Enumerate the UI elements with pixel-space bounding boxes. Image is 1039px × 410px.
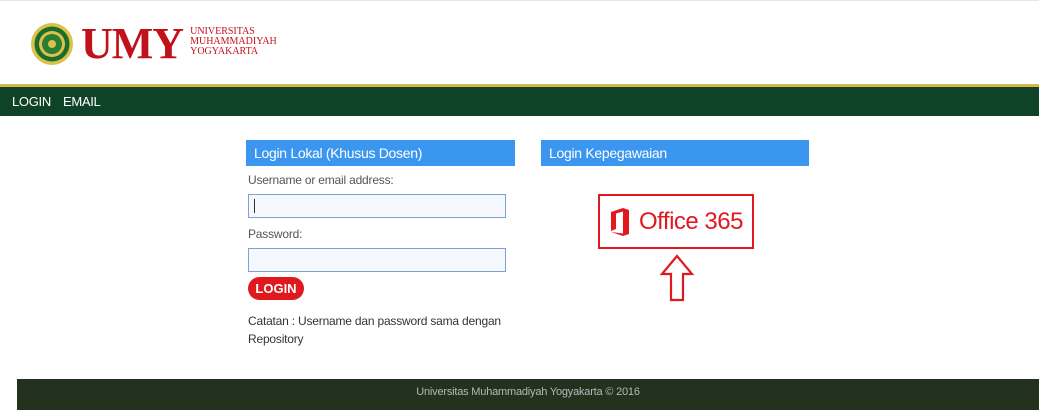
university-name: UNIVERSITAS MUHAMMADIYAH YOGYAKARTA — [190, 27, 277, 57]
up-arrow-icon — [659, 254, 695, 302]
office365-login-button[interactable]: Office 365 — [598, 194, 754, 249]
login-button[interactable]: LOGIN — [248, 277, 304, 300]
site-header: UMY UNIVERSITAS MUHAMMADIYAH YOGYAKARTA — [0, 4, 1039, 84]
login-note: Catatan : Username dan password sama den… — [248, 314, 501, 346]
password-input[interactable] — [248, 248, 506, 272]
brand-name: UMY — [81, 19, 184, 68]
university-line: YOGYAKARTA — [190, 46, 259, 57]
password-label: Password: — [248, 227, 303, 241]
text-caret — [254, 199, 255, 213]
local-login-header: Login Lokal (Khusus Dosen) — [246, 140, 515, 166]
staff-login-header: Login Kepegawaian — [541, 140, 809, 166]
nav-email[interactable]: EMAIL — [63, 94, 101, 109]
site-footer: Universitas Muhammadiyah Yogyakarta © 20… — [17, 379, 1039, 410]
office-icon — [611, 207, 630, 236]
top-nav: LOGIN EMAIL — [0, 87, 1039, 116]
nav-login[interactable]: LOGIN — [12, 94, 51, 109]
office365-label: Office 365 — [639, 207, 743, 235]
umy-logo[interactable]: UMY UNIVERSITAS MUHAMMADIYAH YOGYAKARTA — [30, 22, 277, 66]
username-label: Username or email address: — [248, 173, 394, 187]
umy-seal-icon — [31, 23, 73, 65]
username-input[interactable] — [248, 194, 506, 218]
